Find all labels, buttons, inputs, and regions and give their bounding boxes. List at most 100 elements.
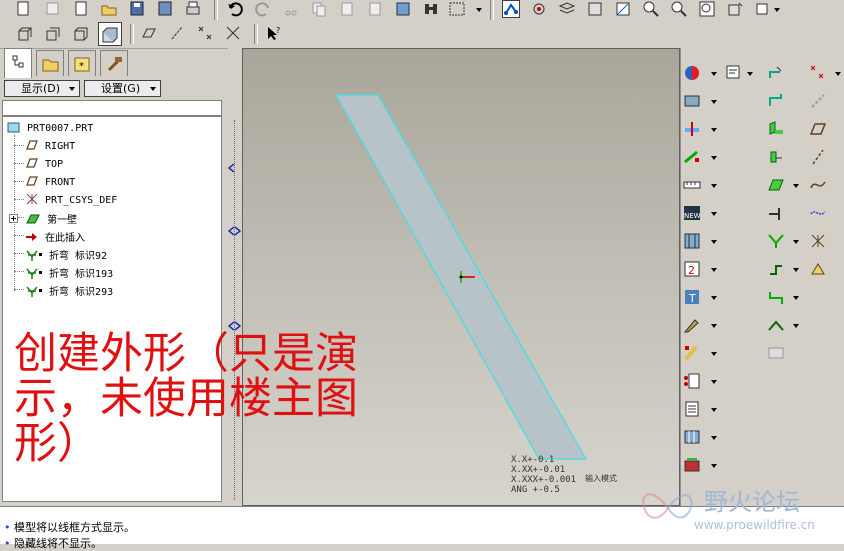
document-icon[interactable]	[683, 400, 701, 418]
sketched-curve-icon[interactable]	[809, 204, 827, 222]
tab-favorites[interactable]: *	[68, 50, 96, 76]
tree-item-right[interactable]: RIGHT	[25, 139, 75, 152]
edit-icon[interactable]	[683, 316, 701, 334]
csys-tool-icon[interactable]	[809, 232, 827, 250]
tree-item-first-wall[interactable]: 第一壁	[9, 211, 77, 226]
undo-icon[interactable]	[226, 0, 244, 18]
zoom-in-icon[interactable]	[642, 0, 660, 18]
datum-axes-icon[interactable]	[168, 24, 186, 42]
svg-text:?: ?	[276, 26, 280, 35]
save-copy-icon[interactable]	[156, 0, 174, 18]
no-hidden-icon[interactable]	[72, 24, 90, 42]
appearance-icon[interactable]	[683, 64, 701, 82]
tree-item-bend-193[interactable]: 折弯 标识193	[25, 265, 113, 280]
revolve-wall-icon[interactable]	[767, 148, 785, 166]
parameters-icon[interactable]: T	[683, 288, 701, 306]
saved-views-icon[interactable]	[754, 0, 772, 18]
datum-points-icon[interactable]	[809, 64, 827, 82]
sketch-tool-icon[interactable]	[502, 0, 520, 18]
view-manager-icon[interactable]	[586, 0, 604, 18]
find-icon[interactable]	[422, 0, 440, 18]
wall-flange-icon[interactable]	[767, 92, 785, 110]
datum-planes-icon[interactable]	[140, 24, 158, 42]
new-file-icon[interactable]	[14, 0, 32, 18]
bend-tool-icon[interactable]	[767, 232, 785, 250]
select-box-icon[interactable]	[448, 0, 466, 18]
tab-model-tree[interactable]	[4, 48, 32, 78]
coordinate-systems-icon[interactable]	[224, 24, 242, 42]
expand-icon[interactable]	[9, 214, 19, 224]
expand-arrow-icon[interactable]	[234, 226, 242, 236]
refit-icon[interactable]	[614, 0, 632, 18]
tab-connections[interactable]	[100, 50, 128, 76]
zoom-fit-icon[interactable]	[698, 0, 716, 18]
svg-text:NEW: NEW	[684, 212, 701, 220]
datum-chain-icon[interactable]	[809, 92, 827, 110]
layers-icon[interactable]	[558, 0, 576, 18]
unbend-icon[interactable]	[767, 64, 785, 82]
tab-folder-browser[interactable]	[36, 50, 64, 76]
unbend-step-icon[interactable]	[767, 288, 785, 306]
paste-special-icon[interactable]	[366, 0, 384, 18]
ruler-icon[interactable]	[683, 176, 701, 194]
settings-menu-button[interactable]: 设置(G)	[84, 80, 161, 97]
copy-icon[interactable]	[310, 0, 328, 18]
datum-points-icon[interactable]	[196, 24, 214, 42]
print-icon[interactable]	[184, 0, 202, 18]
measure-icon[interactable]	[683, 120, 701, 138]
cut-icon[interactable]	[282, 0, 300, 18]
tree-item-label: TOP	[45, 159, 64, 170]
tolerance-table: X.X+-0.1 X.XX+-0.01 X.XXX+-0.001 ANG +-0…	[511, 455, 576, 495]
tree-item-top[interactable]: TOP	[25, 157, 63, 170]
chevron-down-icon	[69, 87, 75, 91]
new-feature-icon[interactable]: NEW	[683, 204, 701, 222]
flat-pattern-icon[interactable]	[767, 344, 785, 362]
zoom-out-icon[interactable]	[670, 0, 688, 18]
tree-root[interactable]: PRT0007.PRT	[7, 121, 93, 134]
page-icon[interactable]	[72, 0, 90, 18]
regenerate-icon[interactable]	[394, 0, 412, 18]
datum-axis-tool-icon[interactable]	[809, 148, 827, 166]
tree-item-label: RIGHT	[45, 141, 76, 152]
tolerance-line: ANG +-0.5	[511, 485, 560, 495]
display-menu-button[interactable]: 显示(D)	[4, 80, 80, 97]
tree-item-front[interactable]: FRONT	[25, 175, 75, 188]
hole-table-icon[interactable]	[683, 372, 701, 390]
bend-back-icon[interactable]	[767, 316, 785, 334]
wireframe-display-icon[interactable]	[16, 24, 34, 42]
datum-plane-tool-icon[interactable]	[809, 120, 827, 138]
collapse-arrow-icon[interactable]	[228, 163, 236, 173]
tree-item-csys[interactable]: PRT_CSYS_DEF	[25, 193, 117, 206]
toolbox-icon[interactable]	[683, 456, 701, 474]
message-line: • 模型将以线框方式显示。	[4, 519, 135, 535]
edge-bend-icon[interactable]	[767, 260, 785, 278]
flange-wall-icon[interactable]	[767, 204, 785, 222]
spin-center-icon[interactable]	[530, 0, 548, 18]
pattern-table-icon[interactable]	[683, 428, 701, 446]
analysis-icon[interactable]	[683, 148, 701, 166]
shading-icon[interactable]	[98, 22, 122, 46]
open-folder-icon[interactable]	[100, 0, 118, 18]
paste-icon[interactable]	[338, 0, 356, 18]
open-icon[interactable]	[44, 0, 62, 18]
extrude-wall-icon[interactable]	[767, 120, 785, 138]
feature-toolbar: NEW 2 T	[680, 48, 844, 506]
relations-icon[interactable]: 2	[683, 260, 701, 278]
sketch-icon[interactable]	[725, 64, 743, 82]
help-pointer-icon[interactable]: ?	[264, 24, 282, 42]
analysis-feature-icon[interactable]	[809, 260, 827, 278]
save-icon[interactable]	[128, 0, 146, 18]
hidden-line-icon[interactable]	[44, 24, 62, 42]
family-table-icon[interactable]	[683, 232, 701, 250]
pencil-icon[interactable]	[683, 344, 701, 362]
tree-item-bend-293[interactable]: 折弯 标识293	[25, 283, 113, 298]
flat-wall-icon[interactable]	[767, 176, 785, 194]
orient-icon[interactable]	[726, 0, 744, 18]
redo-icon[interactable]	[254, 0, 272, 18]
datum-curve-icon[interactable]	[809, 176, 827, 194]
bend-icon	[26, 268, 42, 279]
tree-item-insert-here[interactable]: 在此插入	[25, 229, 85, 244]
message-text: 模型将以线框方式显示。	[14, 521, 135, 534]
tree-item-bend-92[interactable]: 折弯 标识92	[25, 247, 107, 262]
grid-icon[interactable]	[683, 92, 701, 110]
